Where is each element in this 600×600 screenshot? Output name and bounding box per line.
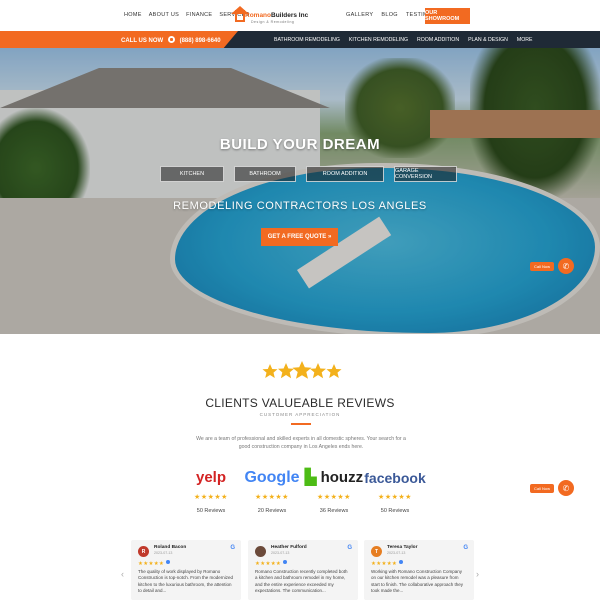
reviewer-name: Heather Fulford bbox=[271, 545, 307, 550]
nav-about-us[interactable]: ABOUT US bbox=[149, 12, 179, 18]
our-showroom-button[interactable]: OUR SHOWROOM bbox=[425, 8, 470, 24]
prev-arrow-icon[interactable]: ‹ bbox=[121, 569, 124, 579]
next-arrow-icon[interactable]: › bbox=[476, 569, 479, 579]
google-g-icon: G bbox=[347, 545, 352, 551]
phone-icon bbox=[167, 36, 175, 43]
get-free-quote-button[interactable]: GET A FREE QUOTE » bbox=[261, 228, 338, 246]
review-card: Heather Fulford 2023-07-13 G ★★★★★ Roman… bbox=[248, 540, 358, 600]
review-stars: ★★★★★ bbox=[371, 560, 404, 567]
star-icon bbox=[262, 364, 278, 378]
houzz-icon: ▙ bbox=[304, 469, 321, 486]
review-text: Romano Construction recently completed b… bbox=[255, 569, 348, 594]
review-date: 2023-07-13 bbox=[387, 551, 406, 555]
nav-room-addition[interactable]: ROOM ADDITION bbox=[417, 37, 459, 43]
services-nav: BATHROOM REMODELING KITCHEN REMODELING R… bbox=[274, 37, 532, 43]
facebook-stars: ★★★★★ bbox=[378, 494, 412, 501]
verified-icon bbox=[283, 560, 288, 564]
nav-more[interactable]: MORE bbox=[517, 37, 533, 43]
google-g-icon: G bbox=[463, 545, 468, 551]
review-text: The quality of work displayed by Romano … bbox=[138, 569, 234, 594]
heading-divider bbox=[291, 423, 311, 425]
call-now-label[interactable]: Call Now bbox=[530, 483, 555, 493]
house-logo-frame bbox=[235, 10, 245, 22]
reviews-intro-text: We are a team of professional and skille… bbox=[196, 436, 406, 450]
call-now-label[interactable]: Call Now bbox=[530, 261, 555, 271]
call-us-label: CALL US NOW bbox=[121, 38, 164, 44]
verified-icon bbox=[166, 560, 171, 564]
top-header: HOME ABOUT US FINANCE SERVICES RomanoBui… bbox=[0, 0, 600, 31]
logo-tagline: Design & Remodeling bbox=[251, 20, 295, 24]
star-icon bbox=[326, 364, 342, 378]
rating-stars-graphic bbox=[262, 361, 342, 379]
review-stars-glyphs: ★★★★★ bbox=[255, 561, 282, 567]
star-icon bbox=[292, 361, 312, 379]
reviews-heading: CLIENTS VALUEABLE REVIEWS bbox=[205, 396, 395, 410]
avatar: T bbox=[371, 546, 382, 557]
facebook-logo: facebook bbox=[364, 470, 426, 486]
star-icon bbox=[310, 363, 326, 379]
nav-plan-design[interactable]: PLAN & DESIGN bbox=[468, 37, 508, 43]
call-now-widget-2[interactable]: Call Now ✆ bbox=[530, 480, 575, 496]
review-text: Working with Romano Construction Company… bbox=[371, 569, 463, 594]
phone-call-icon[interactable]: ✆ bbox=[558, 258, 575, 274]
reviewer-name: Teresa Taylor bbox=[387, 545, 418, 550]
review-card: T Teresa Taylor 2023-07-13 G ★★★★★ Worki… bbox=[364, 540, 474, 600]
reviewer-name: Roland Bacon bbox=[154, 545, 187, 550]
nav-home[interactable]: HOME bbox=[124, 12, 142, 18]
nav-blog[interactable]: BLOG bbox=[381, 12, 397, 18]
review-stars-glyphs: ★★★★★ bbox=[138, 561, 165, 567]
hero-subtitle: REMODELING CONTRACTORS LOS ANGLES bbox=[173, 200, 427, 212]
category-room-addition-button[interactable]: ROOM ADDITION bbox=[306, 166, 384, 182]
avatar: R bbox=[138, 546, 149, 557]
nav-bathroom-remodeling[interactable]: BATHROOM REMODELING bbox=[274, 37, 340, 43]
verified-icon bbox=[399, 560, 404, 564]
review-stars: ★★★★★ bbox=[138, 560, 171, 567]
hero-overlay bbox=[0, 48, 600, 334]
category-kitchen-button[interactable]: KITCHEN bbox=[160, 166, 224, 182]
call-now-widget[interactable]: Call Now ✆ bbox=[530, 258, 575, 274]
nav-finance[interactable]: FINANCE bbox=[186, 12, 212, 18]
nav-gallery[interactable]: GALLERY bbox=[346, 12, 373, 18]
google-g-icon: G bbox=[230, 545, 235, 551]
logo-name-accent: Romano bbox=[245, 12, 271, 19]
review-date: 2023-07-13 bbox=[271, 551, 290, 555]
review-stars: ★★★★★ bbox=[255, 560, 288, 567]
facebook-review-count: 50 Reviews bbox=[380, 508, 410, 514]
hero-banner: BUILD YOUR DREAM KITCHEN BATHROOM ROOM A… bbox=[0, 48, 600, 334]
review-stars-glyphs: ★★★★★ bbox=[371, 561, 398, 567]
call-us-now[interactable]: CALL US NOW (888) 898-6640 bbox=[121, 36, 221, 44]
phone-call-icon[interactable]: ✆ bbox=[558, 480, 575, 496]
review-card: R Roland Bacon 2023-07-13 G ★★★★★ The qu… bbox=[131, 540, 241, 600]
category-garage-conversion-button[interactable]: GARAGE CONVERSION bbox=[394, 166, 457, 182]
star-icon bbox=[278, 363, 294, 379]
avatar bbox=[255, 546, 266, 557]
logo-name: RomanoBuilders Inc bbox=[245, 12, 308, 19]
reviews-subheading: CUSTOMER APPRECIATION bbox=[259, 412, 341, 417]
site-logo[interactable]: RomanoBuilders Inc Design & Remodeling bbox=[229, 6, 308, 28]
hero-title: BUILD YOUR DREAM bbox=[219, 136, 381, 153]
nav-kitchen-remodeling[interactable]: KITCHEN REMODELING bbox=[349, 37, 408, 43]
facebook-review-badge[interactable]: facebook ★★★★★ 50 Reviews bbox=[355, 468, 435, 514]
logo-name-main: Builders Inc bbox=[271, 12, 309, 19]
review-date: 2023-07-13 bbox=[154, 551, 173, 555]
category-bathroom-button[interactable]: BATHROOM bbox=[234, 166, 296, 182]
phone-number[interactable]: (888) 898-6640 bbox=[180, 38, 221, 44]
hero-category-buttons: KITCHEN BATHROOM ROOM ADDITION GARAGE CO… bbox=[160, 166, 457, 182]
